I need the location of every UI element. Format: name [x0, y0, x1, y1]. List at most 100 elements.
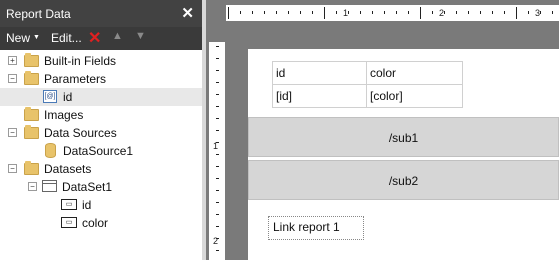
ruler-tick [372, 11, 373, 14]
ruler-tick [240, 11, 241, 14]
ruler-tick [264, 11, 265, 14]
ruler-tick [420, 7, 421, 19]
ruler-tick [528, 11, 529, 14]
ruler-tick [444, 11, 445, 14]
collapse-icon[interactable]: − [8, 164, 17, 173]
tree-item-label: id [63, 90, 73, 104]
ruler-tick [348, 11, 349, 14]
vertical-ruler: 1 2 [209, 42, 225, 260]
ruler-tick [492, 11, 493, 14]
collapse-icon[interactable]: − [8, 74, 17, 83]
ruler-tick [384, 11, 385, 14]
table-row: [id] [color] [272, 84, 463, 108]
ruler-tick [396, 11, 397, 14]
ruler-tick [216, 190, 219, 191]
ruler-tick [216, 82, 219, 83]
dataset-icon [42, 180, 57, 192]
ruler-tick [216, 202, 219, 203]
ruler-tick [216, 214, 219, 215]
tree-item-label: Built-in Fields [44, 54, 117, 68]
collapse-icon[interactable]: − [28, 182, 37, 191]
ruler-tick [216, 226, 219, 227]
tree-item-dataset1[interactable]: − DataSet1 [0, 178, 202, 196]
ruler-tick [540, 11, 541, 14]
ruler-tick [216, 154, 219, 155]
table-header-cell[interactable]: id [272, 61, 367, 85]
ruler-tick [216, 94, 219, 95]
ruler-tick [216, 250, 219, 251]
tree-item-datasets[interactable]: − Datasets [0, 160, 202, 178]
report-body[interactable]: id color [id] [color] /sub1 /sub2 Link r… [248, 49, 559, 260]
tree-item-label: Datasets [44, 162, 92, 176]
panel-title: Report Data [6, 7, 71, 21]
close-icon[interactable]: ✕ [181, 4, 194, 22]
folder-icon [24, 53, 39, 67]
ruler-tick [216, 178, 219, 179]
ruler-tick [456, 11, 457, 14]
tree-item-label: DataSource1 [63, 144, 134, 158]
delete-icon[interactable]: ✕ [88, 28, 101, 48]
tree-item-param-id[interactable]: [@] id [0, 88, 202, 106]
ruler-tick [552, 11, 553, 14]
ruler-tick [276, 11, 277, 14]
report-data-toolbar: New ▼ Edit... ✕ ▲ ▼ [0, 27, 202, 50]
arrow-down-icon[interactable]: ▼ [135, 30, 146, 42]
report-table[interactable]: id color [id] [color] [272, 61, 463, 108]
tree-item-data-sources[interactable]: − Data Sources [0, 124, 202, 142]
folder-icon [24, 125, 39, 139]
link-report-textbox[interactable]: Link report 1 [268, 216, 364, 240]
design-surface: 1 2 3 1 2 id color [id] [color] /sub1 /s… [206, 0, 559, 260]
tree-item-label: Images [44, 108, 84, 122]
table-header-cell[interactable]: color [366, 61, 463, 85]
ruler-tick [300, 11, 301, 14]
subreport-sub1[interactable]: /sub1 [248, 117, 559, 157]
tree-item-label: Data Sources [44, 126, 117, 140]
table-header-row: id color [272, 61, 463, 85]
ruler-tick [288, 11, 289, 14]
ruler-tick [252, 11, 253, 14]
ruler-tick [216, 130, 219, 131]
horizontal-ruler: 1 2 3 [226, 5, 559, 21]
report-data-tree: + Built-in Fields − Parameters [@] id Im… [0, 50, 202, 260]
arrow-up-icon[interactable]: ▲ [112, 30, 123, 42]
table-cell[interactable]: [id] [272, 84, 367, 108]
table-cell[interactable]: [color] [366, 84, 463, 108]
tree-item-field-color[interactable]: ▭ color [0, 214, 202, 232]
tree-item-images[interactable]: Images [0, 106, 202, 124]
database-icon [45, 143, 56, 158]
folder-icon [24, 161, 39, 175]
report-data-titlebar: Report Data ✕ [0, 0, 202, 27]
tree-item-datasource1[interactable]: DataSource1 [0, 142, 202, 160]
ruler-tick [468, 11, 469, 14]
ruler-tick [216, 142, 219, 143]
ruler-tick [504, 11, 505, 14]
parameter-icon: [@] [43, 90, 57, 103]
chevron-down-icon[interactable]: ▼ [33, 34, 40, 41]
tree-item-label: color [82, 216, 109, 230]
new-button[interactable]: New [6, 31, 30, 45]
ruler-tick [216, 166, 219, 167]
expand-icon[interactable]: + [8, 56, 17, 65]
subreport-sub2[interactable]: /sub2 [248, 160, 559, 200]
field-icon: ▭ [61, 217, 77, 228]
edit-button[interactable]: Edit... [51, 31, 82, 45]
ruler-tick [216, 106, 219, 107]
ruler-tick [216, 46, 219, 47]
tree-item-label: DataSet1 [62, 180, 113, 194]
ruler-tick [216, 70, 219, 71]
tree-item-built-in-fields[interactable]: + Built-in Fields [0, 52, 202, 70]
field-icon: ▭ [61, 199, 77, 210]
ruler-tick [216, 58, 219, 59]
folder-icon [24, 71, 39, 85]
tree-item-field-id[interactable]: ▭ id [0, 196, 202, 214]
folder-icon [24, 107, 39, 121]
ruler-tick [312, 11, 313, 14]
tree-item-label: id [82, 198, 92, 212]
tree-item-label: Parameters [44, 72, 107, 86]
ruler-tick [480, 11, 481, 14]
ruler-tick [336, 11, 337, 14]
ruler-tick [408, 11, 409, 14]
tree-item-parameters[interactable]: − Parameters [0, 70, 202, 88]
collapse-icon[interactable]: − [8, 128, 17, 137]
ruler-tick [324, 7, 325, 19]
